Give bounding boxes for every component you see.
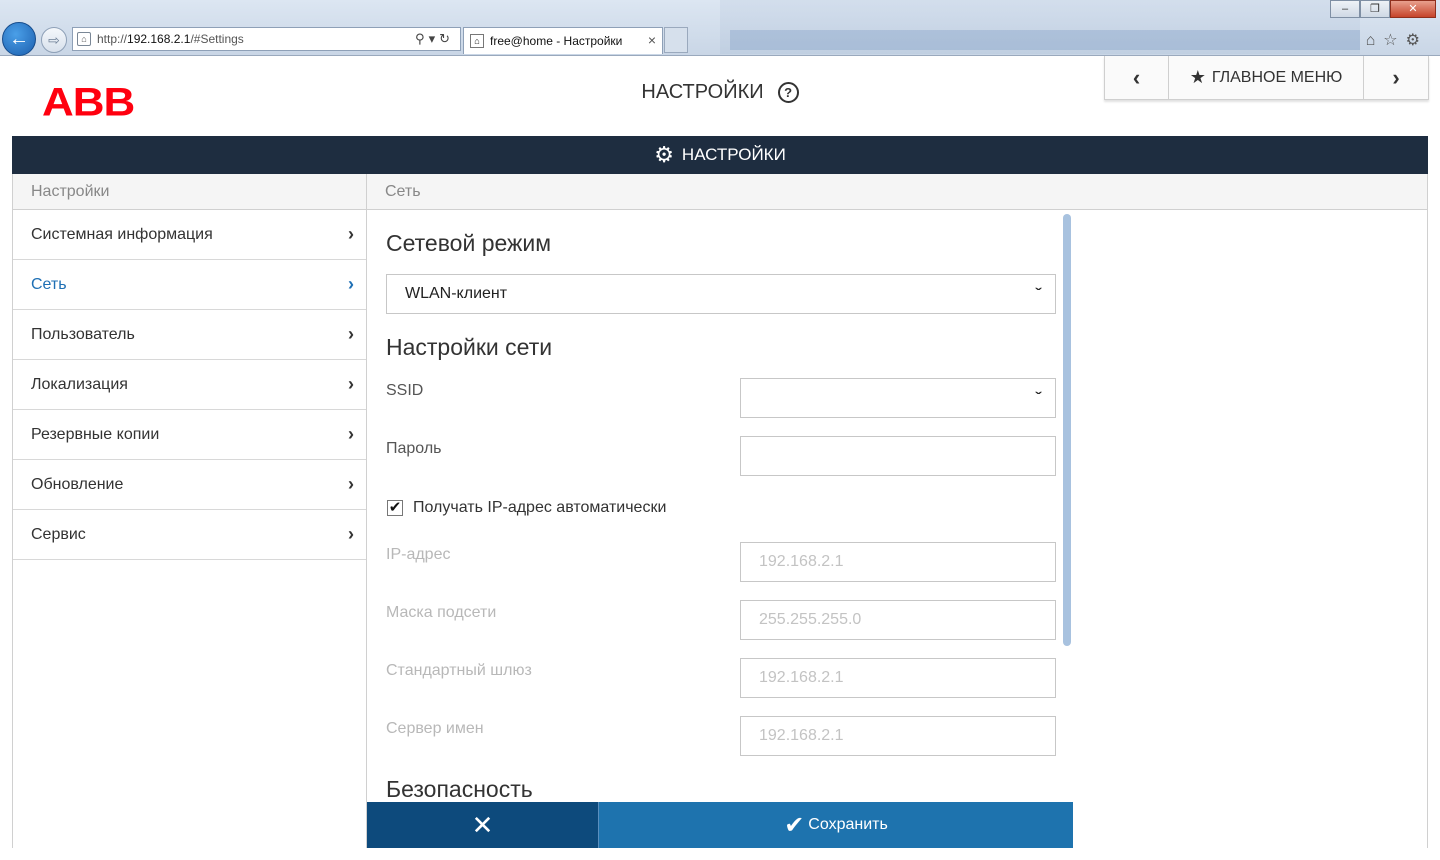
close-icon: ✕	[471, 809, 494, 840]
page-title-text: НАСТРОЙКИ	[641, 81, 764, 103]
sidebar-item-label: Резервные копии	[31, 425, 160, 443]
settings-title-bar: ⚙ НАСТРОЙКИ	[12, 136, 1428, 174]
address-bar[interactable]: ⌂ http://192.168.2.1/#Settings ⚲▾↻	[72, 27, 461, 51]
sidebar-item-user[interactable]: Пользователь ›	[13, 310, 366, 360]
site-icon: ⌂	[77, 32, 91, 46]
detail-panel-heading	[1073, 174, 1427, 210]
browser-toolbar-icons[interactable]: ⌂☆⚙	[1366, 30, 1428, 50]
settings-sidebar: Настройки Системная информация › Сеть › …	[12, 174, 366, 848]
abb-logo: ABB	[42, 80, 135, 125]
subnet-mask-label: Маска подсети	[386, 604, 497, 621]
new-tab-button[interactable]	[664, 27, 688, 53]
security-title: Безопасность	[386, 776, 533, 802]
network-mode-value: WLAN-клиент	[405, 285, 508, 302]
sidebar-item-label: Системная информация	[31, 225, 213, 243]
chevron-down-icon: ˇ	[1035, 389, 1042, 405]
browser-forward-button[interactable]: ⇨	[41, 27, 67, 53]
tab-favicon-icon: ⌂	[470, 34, 484, 48]
cancel-button[interactable]: ✕	[367, 802, 599, 848]
auto-ip-label: Получать IP-адрес автоматически	[413, 499, 667, 516]
chevron-right-icon: ›	[348, 274, 354, 294]
sidebar-item-backups[interactable]: Резервные копии ›	[13, 410, 366, 460]
gateway-label: Стандартный шлюз	[386, 662, 532, 679]
dns-server-label: Сервер имен	[386, 720, 484, 737]
help-icon[interactable]: ?	[777, 82, 799, 104]
minimize-button[interactable]: –	[1330, 0, 1360, 18]
subnet-mask-field: 255.255.255.0	[740, 600, 1056, 640]
main-menu-label: ГЛАВНОЕ МЕНЮ	[1211, 68, 1343, 86]
password-field[interactable]	[740, 436, 1056, 476]
sidebar-item-update[interactable]: Обновление ›	[13, 460, 366, 510]
auto-ip-checkbox[interactable]: ✔	[387, 500, 403, 516]
network-settings-form: Сетевой режим WLAN-клиент ˇ Настройки се…	[367, 210, 1073, 802]
tab-close-icon[interactable]: ×	[648, 32, 656, 48]
save-button[interactable]: ✔ Сохранить	[599, 802, 1073, 848]
main-menu-button[interactable]: ★ ГЛАВНОЕ МЕНЮ	[1169, 56, 1364, 99]
dns-server-field: 192.168.2.1	[740, 716, 1056, 756]
sidebar-item-service[interactable]: Сервис ›	[13, 510, 366, 560]
chevron-right-icon: ›	[348, 324, 354, 344]
nav-forward-button[interactable]: ›	[1364, 56, 1428, 99]
sidebar-item-label: Локализация	[31, 375, 128, 393]
network-settings-title: Настройки сети	[386, 334, 553, 360]
sidebar-item-label: Сервис	[31, 525, 86, 543]
sidebar-item-localization[interactable]: Локализация ›	[13, 360, 366, 410]
form-footer: ✕ ✔ Сохранить	[367, 802, 1073, 848]
network-mode-select[interactable]: WLAN-клиент ˇ	[386, 274, 1056, 314]
scrollbar[interactable]	[1063, 214, 1071, 646]
network-settings-panel: Сеть Сетевой режим WLAN-клиент ˇ Настрой…	[366, 174, 1074, 848]
search-refresh-icons[interactable]: ⚲▾↻	[415, 31, 454, 47]
sidebar-item-label: Пользователь	[31, 325, 135, 343]
chevron-right-icon: ›	[348, 474, 354, 494]
chevron-down-icon: ˇ	[1035, 285, 1042, 301]
network-mode-title: Сетевой режим	[386, 230, 552, 256]
save-label: Сохранить	[808, 816, 888, 833]
address-url: http://192.168.2.1/#Settings	[97, 32, 244, 46]
window-controls: – ❐ ✕	[1330, 0, 1436, 18]
browser-back-button[interactable]: ←	[2, 22, 36, 56]
sidebar-item-system-info[interactable]: Системная информация ›	[13, 210, 366, 260]
ip-address-label: IP-адрес	[386, 546, 451, 563]
detail-panel	[1073, 174, 1428, 848]
ssid-label: SSID	[386, 382, 424, 399]
content-heading: Сеть	[367, 174, 1073, 210]
nav-back-button[interactable]: ‹	[1105, 56, 1169, 99]
maximize-button[interactable]: ❐	[1360, 0, 1390, 18]
chevron-right-icon: ›	[348, 374, 354, 394]
sidebar-item-label: Обновление	[31, 475, 124, 493]
settings-bar-title: НАСТРОЙКИ	[681, 145, 786, 164]
app-page: ABB НАСТРОЙКИ? ‹ ★ ГЛАВНОЕ МЕНЮ › ⚙ НАСТ…	[0, 56, 1440, 860]
ssid-select[interactable]: ˇ	[740, 378, 1056, 418]
top-navigation: ‹ ★ ГЛАВНОЕ МЕНЮ ›	[1104, 56, 1429, 100]
sidebar-item-network[interactable]: Сеть ›	[13, 260, 366, 310]
browser-chrome: ← ⇨ ⌂ http://192.168.2.1/#Settings ⚲▾↻ ⌂…	[0, 0, 1440, 56]
ip-address-field: 192.168.2.1	[740, 542, 1056, 582]
tab-title: free@home - Настройки	[490, 34, 623, 48]
gear-icon: ⚙	[654, 142, 674, 167]
auto-ip-checkbox-row[interactable]: ✔ Получать IP-адрес автоматически	[387, 499, 666, 517]
browser-tab-active[interactable]: ⌂ free@home - Настройки ×	[463, 27, 663, 54]
star-icon: ★	[1189, 67, 1206, 87]
chevron-right-icon: ›	[348, 224, 354, 244]
checkmark-icon: ✔	[784, 811, 805, 839]
sidebar-item-label: Сеть	[31, 275, 67, 293]
background-window-ribbon	[730, 30, 1360, 50]
window-close-button[interactable]: ✕	[1390, 0, 1436, 18]
chevron-right-icon: ›	[348, 524, 354, 544]
chevron-right-icon: ›	[348, 424, 354, 444]
password-label: Пароль	[386, 440, 442, 457]
sidebar-heading: Настройки	[13, 174, 366, 210]
gateway-field: 192.168.2.1	[740, 658, 1056, 698]
